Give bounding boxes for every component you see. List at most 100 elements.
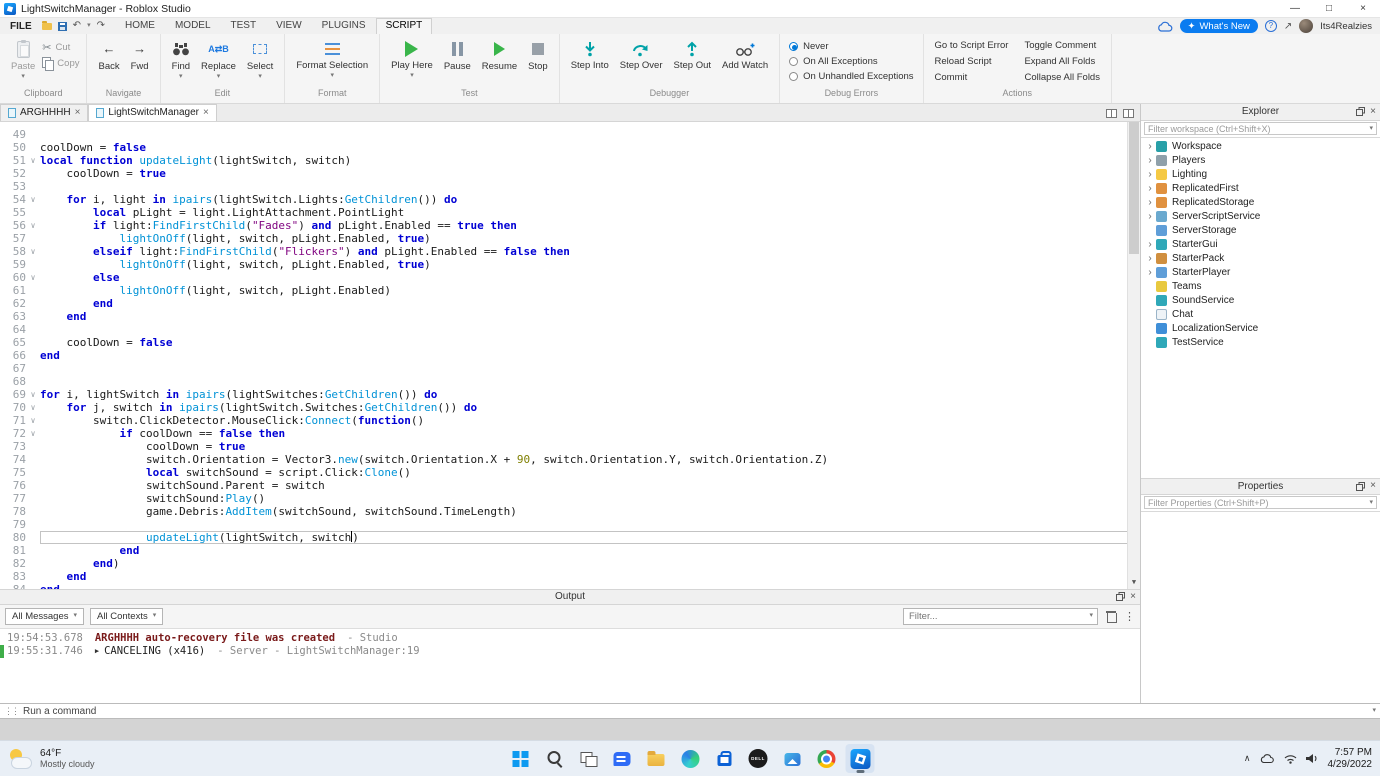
ribbon-tab-model[interactable]: MODEL: [165, 18, 221, 34]
step-out-button[interactable]: Step Out: [670, 37, 716, 73]
fold-toggle-icon[interactable]: ∨: [26, 193, 40, 206]
help-icon[interactable]: ?: [1265, 20, 1277, 32]
pause-button[interactable]: Pause: [440, 37, 475, 74]
explorer-filter-input[interactable]: [1145, 124, 1369, 134]
close-button[interactable]: ×: [1346, 0, 1380, 18]
code-line-65[interactable]: coolDown = false: [40, 336, 1140, 349]
code-line-69[interactable]: for i, lightSwitch in ipairs(lightSwitch…: [40, 388, 1140, 401]
format-selection-button[interactable]: Format Selection ▾: [292, 37, 372, 81]
editor-tab-lightswitchmanager[interactable]: LightSwitchManager×: [88, 104, 216, 121]
fold-toggle-icon[interactable]: ∨: [26, 219, 40, 232]
taskbar-start-icon[interactable]: [506, 744, 535, 773]
explorer-item-soundservice[interactable]: SoundService: [1141, 294, 1380, 308]
taskbar-search-icon[interactable]: [540, 744, 569, 773]
taskbar-dell-icon[interactable]: DELL: [744, 744, 773, 773]
fold-toggle-icon[interactable]: ∨: [26, 401, 40, 414]
code-line-75[interactable]: local switchSound = script.Click:Clone(): [40, 466, 1140, 479]
resume-button[interactable]: Resume: [478, 37, 521, 74]
hidden-icons-chevron-icon[interactable]: ∧: [1244, 753, 1251, 764]
expand-log-icon[interactable]: ▶: [95, 647, 99, 655]
fold-toggle-icon[interactable]: ∨: [26, 154, 40, 167]
editor-scrollbar[interactable]: ▼: [1127, 122, 1140, 589]
fold-toggle-icon[interactable]: ∨: [26, 414, 40, 427]
explorer-item-serverstorage[interactable]: ServerStorage: [1141, 224, 1380, 238]
taskbar-store-icon[interactable]: [710, 744, 739, 773]
code-line-50[interactable]: coolDown = false: [40, 141, 1140, 154]
code-line-74[interactable]: switch.Orientation = Vector3.new(switch.…: [40, 453, 1140, 466]
explorer-item-players[interactable]: ›Players: [1141, 154, 1380, 168]
code-line-61[interactable]: lightOnOff(light, switch, pLight.Enabled…: [40, 284, 1140, 297]
paste-button[interactable]: Paste ▾: [7, 37, 39, 82]
fold-toggle-icon[interactable]: ∨: [26, 245, 40, 258]
explorer-item-startergui[interactable]: ›StarterGui: [1141, 238, 1380, 252]
add-watch-button[interactable]: Add Watch: [718, 37, 772, 73]
split-pane-icon[interactable]: [1106, 109, 1117, 118]
taskbar-weather-widget[interactable]: 64°F Mostly cloudy: [8, 748, 95, 770]
ribbon-tab-script[interactable]: SCRIPT: [376, 18, 433, 34]
back-button[interactable]: ← Back: [94, 37, 123, 74]
taskbar-task-view-icon[interactable]: [574, 744, 603, 773]
copy-button[interactable]: Copy: [42, 57, 79, 69]
explorer-item-serverscriptservice[interactable]: ›ServerScriptService: [1141, 210, 1380, 224]
code-line-51[interactable]: local function updateLight(lightSwitch, …: [40, 154, 1140, 167]
properties-filter-input[interactable]: [1145, 498, 1369, 508]
code-line-55[interactable]: local pLight = light.LightAttachment.Poi…: [40, 206, 1140, 219]
save-icon[interactable]: [58, 22, 67, 31]
fold-toggle-icon[interactable]: ∨: [26, 271, 40, 284]
float-panel-icon[interactable]: [1356, 107, 1365, 116]
play-here-button[interactable]: Play Here ▾: [387, 37, 437, 81]
float-pane-icon[interactable]: [1123, 109, 1134, 118]
code-line-83[interactable]: end: [40, 570, 1140, 583]
filter-caret-icon[interactable]: ▾: [1369, 500, 1376, 506]
go-to-script-error-button[interactable]: Go to Script Error: [935, 40, 1009, 51]
filter-caret-icon[interactable]: ▾: [1089, 613, 1097, 619]
output-filter-input[interactable]: [904, 611, 1089, 622]
commit-button[interactable]: Commit: [935, 72, 1009, 83]
expand-chevron-icon[interactable]: ›: [1145, 266, 1155, 280]
output-log-row[interactable]: 19:55:31.746▶CANCELING (x416)- Server - …: [0, 645, 1140, 658]
code-line-59[interactable]: lightOnOff(light, switch, pLight.Enabled…: [40, 258, 1140, 271]
open-file-icon[interactable]: [42, 23, 52, 30]
code-line-78[interactable]: game.Debris:AddItem(switchSound, switchS…: [40, 505, 1140, 518]
editor-tab-arghhhh[interactable]: ARGHHHH×: [0, 104, 88, 121]
explorer-item-teams[interactable]: Teams: [1141, 280, 1380, 294]
code-line-66[interactable]: end: [40, 349, 1140, 362]
close-tab-icon[interactable]: ×: [75, 107, 81, 118]
expand-chevron-icon[interactable]: ›: [1145, 196, 1155, 210]
explorer-item-replicatedfirst[interactable]: ›ReplicatedFirst: [1141, 182, 1380, 196]
taskbar-edge-icon[interactable]: [676, 744, 705, 773]
fwd-button[interactable]: → Fwd: [127, 37, 153, 74]
explorer-item-chat[interactable]: Chat: [1141, 308, 1380, 322]
expand-all-folds-button[interactable]: Expand All Folds: [1024, 56, 1100, 67]
debug-errors-never-radio[interactable]: Never: [789, 41, 913, 52]
code-line-82[interactable]: end): [40, 557, 1140, 570]
username[interactable]: Its4Realzies: [1320, 21, 1372, 32]
code-line-52[interactable]: coolDown = true: [40, 167, 1140, 180]
explorer-item-starterplayer[interactable]: ›StarterPlayer: [1141, 266, 1380, 280]
cut-button[interactable]: ✂ Cut: [42, 41, 79, 54]
ribbon-tab-view[interactable]: VIEW: [266, 18, 312, 34]
code-line-60[interactable]: else: [40, 271, 1140, 284]
contexts-filter-dropdown[interactable]: All Contexts ▾: [90, 608, 163, 625]
code-line-68[interactable]: [40, 375, 1140, 388]
output-log-row[interactable]: 19:54:53.678ARGHHHH auto-recovery file w…: [0, 632, 1140, 645]
code-line-56[interactable]: if light:FindFirstChild("Fades") and pLi…: [40, 219, 1140, 232]
code-line-71[interactable]: switch.ClickDetector.MouseClick:Connect(…: [40, 414, 1140, 427]
script-editor[interactable]: 495051∨525354∨5556∨5758∨5960∨61626364656…: [0, 122, 1140, 589]
code-line-57[interactable]: lightOnOff(light, switch, pLight.Enabled…: [40, 232, 1140, 245]
output-options-icon[interactable]: ⋮: [1124, 610, 1135, 623]
debug-errors-unhandled-exceptions-radio[interactable]: On Unhandled Exceptions: [789, 71, 913, 82]
scrollbar-thumb[interactable]: [1129, 122, 1139, 254]
explorer-item-replicatedstorage[interactable]: ›ReplicatedStorage: [1141, 196, 1380, 210]
messages-filter-dropdown[interactable]: All Messages ▾: [5, 608, 84, 625]
ribbon-tab-home[interactable]: HOME: [115, 18, 165, 34]
code-line-72[interactable]: if coolDown == false then: [40, 427, 1140, 440]
explorer-item-workspace[interactable]: ›Workspace: [1141, 140, 1380, 154]
code-line-62[interactable]: end: [40, 297, 1140, 310]
code-line-53[interactable]: [40, 180, 1140, 193]
explorer-item-lighting[interactable]: ›Lighting: [1141, 168, 1380, 182]
file-menu-button[interactable]: FILE: [0, 21, 42, 32]
float-panel-icon[interactable]: [1116, 592, 1125, 601]
maximize-button[interactable]: □: [1312, 0, 1346, 18]
code-line-63[interactable]: end: [40, 310, 1140, 323]
